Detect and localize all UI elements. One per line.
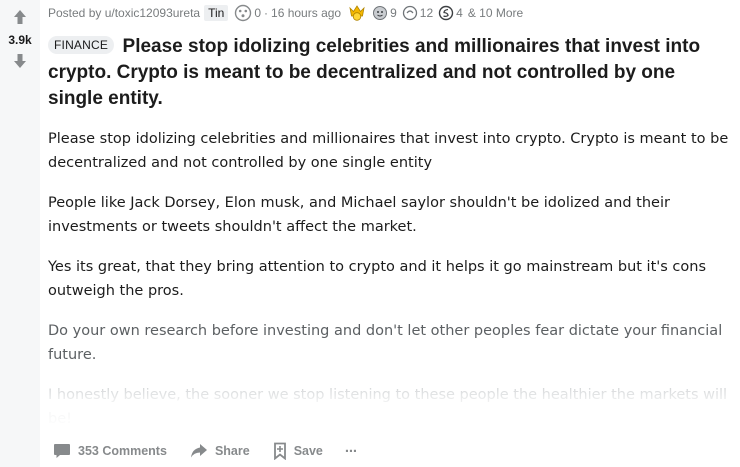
post-body: Please stop idolizing celebrities and mi… [48,127,732,447]
karma-award-icon [234,4,252,22]
upvote-button[interactable] [9,6,31,28]
wholesome-award-icon [373,6,388,20]
share-button[interactable]: Share [189,442,250,460]
post-paragraph: People like Jack Dorsey, Elon musk, and … [48,195,670,235]
more-options-button[interactable]: ··· [344,442,358,460]
post-time[interactable]: 16 hours ago [271,6,341,20]
post-title-block: FINANCE Please stop idolizing celebritie… [48,34,732,112]
share-icon [190,444,207,458]
save-label: Save [293,444,323,458]
post-title: Please stop idolizing celebrities and mi… [48,36,701,109]
award-moon[interactable]: 4 [437,4,463,22]
share-label: Share [214,444,250,458]
upvote-arrow-icon [14,10,26,24]
award-silver[interactable]: 12 [401,4,433,22]
save-button[interactable]: Save [272,442,323,460]
downvote-button[interactable] [9,50,31,72]
post-paragraph: Do your own research before investing an… [48,323,723,363]
more-options-icon: ··· [344,442,358,460]
award-helpful[interactable] [347,4,367,22]
bookmark-icon [273,442,286,460]
helpful-award-icon [349,5,365,21]
meta-separator: · [264,6,269,20]
karma-award-count: 0 [254,6,262,20]
post-paragraph: I honestly believe, the sooner we stop l… [48,387,728,427]
post-meta: Posted by u/toxic12093ureta Tin 0 · 16 h… [48,4,523,22]
silver-award-icon [402,5,417,21]
post-flair[interactable]: FINANCE [48,36,115,54]
award-wholesome-count: 9 [390,6,397,20]
comments-label: 353 Comments [78,444,167,458]
vote-score: 3.9k [8,33,32,47]
comments-button[interactable]: 353 Comments [52,442,167,460]
award-wholesome[interactable]: 9 [371,4,397,22]
award-silver-count: 12 [419,6,434,20]
post-card: Posted by u/toxic12093ureta Tin 0 · 16 h… [48,0,734,467]
vote-rail: 3.9k [0,0,40,467]
award-moon-count: 4 [456,6,463,20]
post-actions: 353 Comments Share Save ··· [52,438,379,464]
more-awards-link[interactable]: & 10 More [468,6,523,20]
downvote-arrow-icon [14,54,26,68]
comment-icon [54,444,70,458]
author-link[interactable]: Posted by u/toxic12093ureta [48,6,200,20]
post-paragraph: Please stop idolizing celebrities and mi… [48,131,729,171]
user-flair: Tin [204,5,229,21]
moon-award-icon [438,5,454,21]
post-paragraph: Yes its great, that they bring attention… [48,259,707,299]
